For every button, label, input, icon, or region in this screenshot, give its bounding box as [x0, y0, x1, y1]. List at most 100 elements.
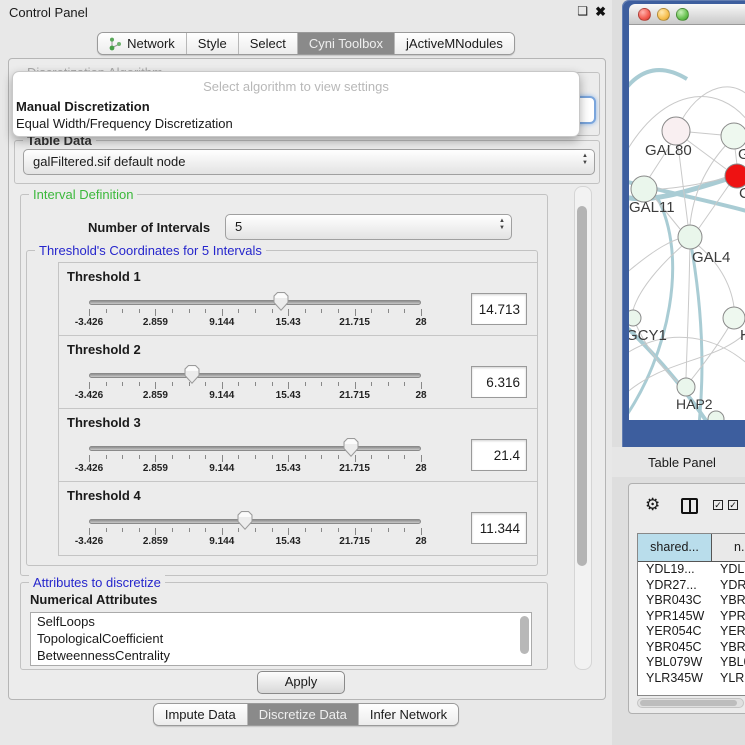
checkbox-icon[interactable]: ✓: [728, 500, 738, 510]
bottom-tab-group: Impute DataDiscretize DataInfer Network: [153, 703, 459, 726]
horizontal-scrollbar[interactable]: [637, 698, 744, 708]
tab-select[interactable]: Select: [239, 33, 298, 54]
cell-shared-name[interactable]: YBL079W: [638, 655, 712, 671]
attributes-scrollbar-thumb[interactable]: [520, 616, 529, 654]
node-table[interactable]: shared... n... YDL19...YDL19...YDR27...Y…: [637, 533, 745, 696]
slider-tick: [272, 382, 273, 386]
slider-scale-label: 2.859: [143, 317, 168, 328]
tab-network[interactable]: Network: [98, 33, 187, 54]
slider-tick: [404, 455, 405, 459]
num-intervals-label: Number of Intervals: [88, 220, 210, 235]
network-node-gcy1[interactable]: [629, 310, 641, 326]
network-node-h[interactable]: [723, 307, 745, 329]
split-columns-icon[interactable]: [681, 498, 698, 514]
slider-thumb[interactable]: [184, 365, 199, 389]
vertical-scrollbar-thumb[interactable]: [577, 206, 587, 566]
threshold-value-field[interactable]: 21.4: [471, 439, 527, 471]
slider-tick: [122, 382, 123, 386]
cell-name[interactable]: YBR045C: [712, 640, 745, 656]
cell-name[interactable]: YBL079W: [712, 655, 745, 671]
minimize-button[interactable]: [657, 8, 670, 21]
table-row[interactable]: YDR27...YDR27...: [638, 578, 745, 594]
table-row[interactable]: YBR043CYBR043C: [638, 593, 745, 609]
tab-impute-data[interactable]: Impute Data: [154, 704, 248, 725]
combo-stepper-icon: ▲▼: [499, 218, 505, 232]
bottom-tab-bar: Impute DataDiscretize DataInfer Network: [0, 703, 612, 726]
slider-thumb[interactable]: [273, 292, 288, 316]
network-node-gal4[interactable]: [678, 225, 702, 249]
column-header-shared-name[interactable]: shared...: [638, 534, 712, 561]
slider-tick: [122, 528, 123, 532]
slider-track[interactable]: [89, 446, 421, 451]
tab-jactivemnodules[interactable]: jActiveMNodules: [395, 33, 514, 54]
table-row[interactable]: YBL079WYBL079W: [638, 655, 745, 671]
slider-track[interactable]: [89, 519, 421, 524]
slider-tick: [205, 455, 206, 459]
attribute-item-betweennesscentrality[interactable]: BetweennessCentrality: [31, 647, 531, 664]
apply-button[interactable]: Apply: [257, 671, 345, 694]
gear-icon[interactable]: ⚙: [645, 496, 660, 513]
tab-infer-network[interactable]: Infer Network: [359, 704, 458, 725]
cell-name[interactable]: YBR043C: [712, 593, 745, 609]
cell-shared-name[interactable]: YDL19...: [638, 562, 712, 578]
horizontal-scrollbar-thumb[interactable]: [640, 700, 737, 706]
cell-shared-name[interactable]: YBR043C: [638, 593, 712, 609]
cell-name[interactable]: YLR345W: [712, 671, 745, 685]
table-row[interactable]: YDL19...YDL19...: [638, 562, 745, 578]
attribute-item-topologicalcoefficient[interactable]: TopologicalCoefficient: [31, 630, 531, 647]
cell-shared-name[interactable]: YLR345W: [638, 671, 712, 685]
table-row[interactable]: YPR145WYPR145W: [638, 609, 745, 625]
tab-cyni-toolbox[interactable]: Cyni Toolbox: [298, 33, 395, 54]
column-header-name[interactable]: n...: [712, 534, 745, 561]
table-row[interactable]: YLR345WYLR345W: [638, 671, 745, 685]
vertical-scrollbar[interactable]: [574, 186, 592, 670]
node-label: GAL4: [692, 249, 730, 266]
slider-tick: [371, 309, 372, 313]
slider-thumb[interactable]: [238, 511, 253, 535]
cell-name[interactable]: YPR145W: [712, 609, 745, 625]
cell-shared-name[interactable]: YDR27...: [638, 578, 712, 594]
cell-name[interactable]: YER054C: [712, 624, 745, 640]
slider-thumb[interactable]: [344, 438, 359, 462]
network-node[interactable]: [708, 411, 724, 420]
algorithm-option-manual-discretization[interactable]: Manual Discretization: [16, 99, 150, 114]
cell-shared-name[interactable]: YBR045C: [638, 640, 712, 656]
slider-tick: [305, 309, 306, 313]
float-window-icon[interactable]: ❑: [577, 4, 588, 18]
numerical-attributes-list[interactable]: SelfLoopsTopologicalCoefficientBetweenne…: [30, 612, 532, 666]
table-row[interactable]: YER054CYER054C: [638, 624, 745, 640]
network-nodes[interactable]: GAL80GACGAL11GAL4GCY1HHAP2: [629, 117, 745, 420]
close-icon[interactable]: ✖: [595, 4, 606, 20]
tab-discretize-data[interactable]: Discretize Data: [248, 704, 359, 725]
close-button[interactable]: [638, 8, 651, 21]
network-canvas[interactable]: GAL80GACGAL11GAL4GCY1HHAP2: [629, 25, 745, 420]
slider-track[interactable]: [89, 373, 421, 378]
num-intervals-combobox[interactable]: 5 ▲▼: [225, 214, 512, 240]
threshold-slider[interactable]: -3.4262.8599.14415.4321.71528: [89, 263, 421, 335]
threshold-value-field[interactable]: 11.344: [471, 512, 527, 544]
cell-shared-name[interactable]: YPR145W: [638, 609, 712, 625]
table-data-combobox[interactable]: galFiltered.sif default node ▲▼: [23, 149, 595, 175]
table-row[interactable]: YBR045CYBR045C: [638, 640, 745, 656]
threshold-value-field[interactable]: 6.316: [471, 366, 527, 398]
network-node-hap2[interactable]: [677, 378, 695, 396]
tab-style[interactable]: Style: [187, 33, 239, 54]
control-panel-title: Control Panel: [9, 5, 88, 20]
algorithm-option-equal-width-frequency-discretization[interactable]: Equal Width/Frequency Discretization: [16, 116, 233, 131]
cell-name[interactable]: YDL19...: [712, 562, 745, 578]
slider-track[interactable]: [89, 300, 421, 305]
network-node-gal80[interactable]: [662, 117, 690, 145]
slider-tick: [338, 455, 339, 459]
threshold-slider[interactable]: -3.4262.8599.14415.4321.71528: [89, 482, 421, 554]
slider-tick: [255, 528, 256, 532]
threshold-slider[interactable]: -3.4262.8599.14415.4321.71528: [89, 336, 421, 408]
attribute-item-selfloops[interactable]: SelfLoops: [31, 613, 531, 630]
cell-name[interactable]: YDR27...: [712, 578, 745, 594]
slider-tick: [288, 309, 289, 316]
slider-scale-label: 15.43: [276, 390, 301, 401]
cell-shared-name[interactable]: YER054C: [638, 624, 712, 640]
threshold-slider[interactable]: -3.4262.8599.14415.4321.71528: [89, 409, 421, 481]
threshold-value-field[interactable]: 14.713: [471, 293, 527, 325]
checkbox-icon[interactable]: ✓: [713, 500, 723, 510]
zoom-button[interactable]: [676, 8, 689, 21]
